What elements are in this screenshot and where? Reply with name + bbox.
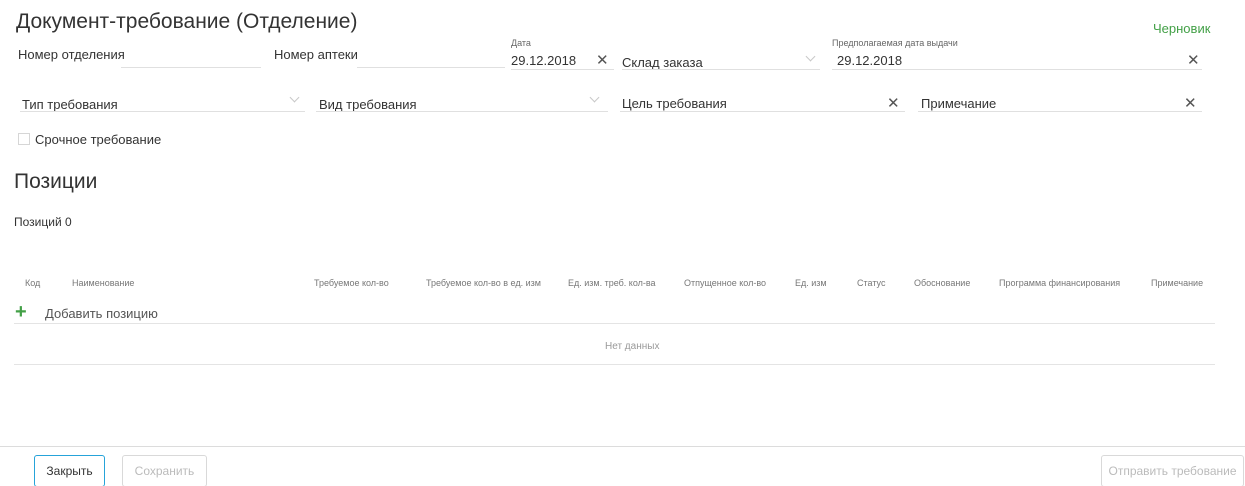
- date-input[interactable]: 29.12.2018: [511, 53, 576, 68]
- request-kind-underline: [316, 111, 608, 112]
- pharmacy-number-input[interactable]: [357, 44, 505, 66]
- table-bottom-divider: [14, 364, 1215, 365]
- department-number-label: Номер отделения: [18, 47, 125, 62]
- pharmacy-number-label: Номер аптеки: [274, 47, 358, 62]
- request-purpose-underline: [620, 111, 905, 112]
- column-header-note[interactable]: Примечание: [1151, 278, 1203, 288]
- expected-issue-date-input[interactable]: 29.12.2018: [837, 53, 902, 68]
- request-type-select[interactable]: [20, 90, 305, 112]
- date-label: Дата: [511, 38, 531, 48]
- expected-issue-date-clear-icon[interactable]: ✕: [1187, 53, 1200, 68]
- column-header-justification[interactable]: Обоснование: [914, 278, 970, 288]
- pharmacy-number-underline: [357, 67, 505, 68]
- empty-state-text: Нет данных: [605, 341, 660, 352]
- date-underline: [511, 69, 614, 70]
- save-button[interactable]: Сохранить: [122, 455, 207, 486]
- table-divider: [14, 323, 1215, 324]
- close-button[interactable]: Закрыть: [34, 455, 105, 486]
- column-header-unit[interactable]: Ед. изм: [795, 278, 827, 288]
- column-header-required-qty-unit[interactable]: Требуемое кол-во в ед. изм: [426, 278, 541, 288]
- column-header-status[interactable]: Статус: [857, 278, 885, 288]
- column-header-code[interactable]: Код: [25, 278, 40, 288]
- positions-title: Позиции: [14, 170, 98, 193]
- urgent-checkbox[interactable]: [18, 133, 30, 145]
- expected-issue-date-underline: [832, 69, 1202, 70]
- department-number-input[interactable]: [121, 44, 261, 66]
- column-header-required-unit[interactable]: Ед. изм. треб. кол-ва: [568, 278, 656, 288]
- column-header-funding-program[interactable]: Программа финансирования: [999, 278, 1120, 288]
- note-underline: [918, 111, 1202, 112]
- request-purpose-clear-icon[interactable]: ✕: [887, 96, 900, 111]
- date-clear-icon[interactable]: ✕: [596, 53, 609, 68]
- request-type-underline: [20, 111, 305, 112]
- column-header-required-qty[interactable]: Требуемое кол-во: [314, 278, 389, 288]
- add-icon[interactable]: +: [15, 302, 27, 322]
- positions-count: Позиций 0: [14, 215, 72, 229]
- order-warehouse-underline: [622, 69, 820, 70]
- note-input[interactable]: [918, 90, 1202, 112]
- add-position-button[interactable]: Добавить позицию: [45, 306, 158, 321]
- expected-issue-date-label: Предполагаемая дата выдачи: [832, 38, 958, 48]
- send-request-button[interactable]: Отправить требование: [1101, 455, 1244, 486]
- page-title: Документ-требование (Отделение): [16, 10, 358, 33]
- urgent-label: Срочное требование: [35, 132, 162, 147]
- order-warehouse-select[interactable]: [622, 48, 820, 70]
- footer-divider: [0, 446, 1245, 447]
- note-clear-icon[interactable]: ✕: [1184, 96, 1197, 111]
- department-number-underline: [121, 67, 261, 68]
- status-badge: Черновик: [1153, 21, 1211, 36]
- request-purpose-input[interactable]: [620, 90, 905, 112]
- column-header-released-qty[interactable]: Отпущенное кол-во: [684, 278, 766, 288]
- column-header-name[interactable]: Наименование: [72, 278, 134, 288]
- request-kind-select[interactable]: [316, 90, 608, 112]
